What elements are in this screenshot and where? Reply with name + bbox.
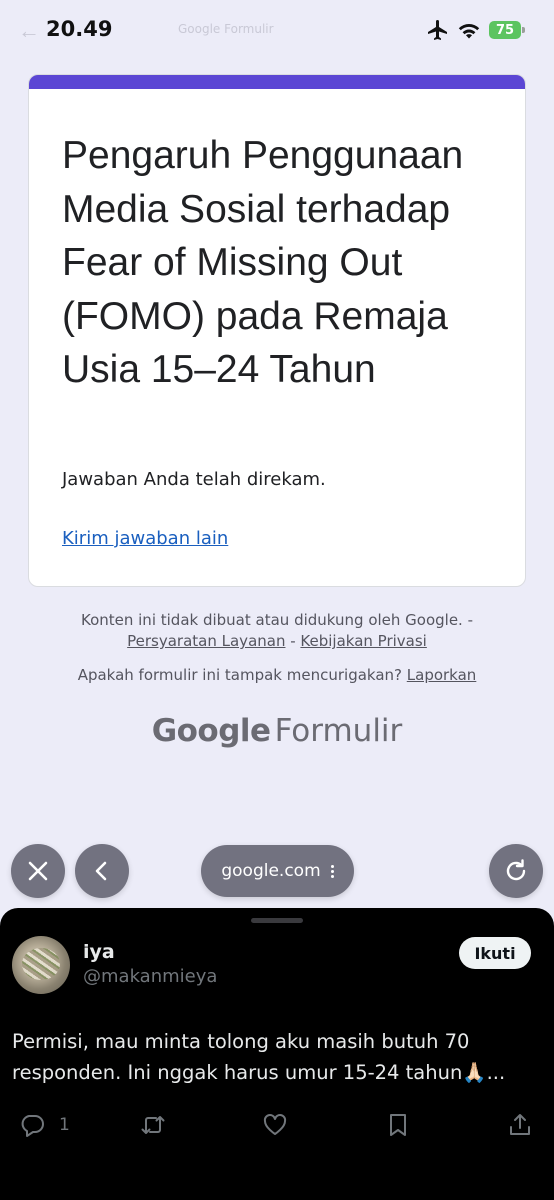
chevron-left-icon xyxy=(95,861,107,881)
retweet-button[interactable] xyxy=(140,1108,166,1142)
reload-icon xyxy=(506,859,526,881)
share-icon xyxy=(510,1114,530,1135)
sheet-drag-handle[interactable] xyxy=(251,918,303,923)
reply-count: 1 xyxy=(59,1115,70,1135)
bookmark-icon xyxy=(390,1114,406,1136)
avatar[interactable] xyxy=(12,936,70,994)
privacy-link[interactable]: Kebijakan Privasi xyxy=(300,632,426,650)
retweet-icon xyxy=(141,1116,165,1134)
response-recorded-message: Jawaban Anda telah direkam. xyxy=(62,469,326,490)
battery-icon: 75 xyxy=(489,21,525,39)
form-title: Pengaruh Penggunaan Media Sosial terhada… xyxy=(62,134,464,391)
tweet-text: Permisi, mau minta tolong aku masih butu… xyxy=(12,1030,506,1084)
report-question: Apakah formulir ini tampak mencurigakan? xyxy=(77,666,407,684)
reload-button[interactable] xyxy=(489,844,543,898)
share-button[interactable] xyxy=(507,1108,533,1142)
form-card: Pengaruh Penggunaan Media Sosial terhada… xyxy=(28,74,526,587)
status-bar: ← 20.49 Google Formulir 75 xyxy=(0,0,554,60)
back-button[interactable] xyxy=(75,844,129,898)
airplane-icon xyxy=(428,20,447,40)
disclaimer-text: Konten ini tidak dibuat atau didukung ol… xyxy=(80,611,474,629)
wifi-icon xyxy=(458,23,480,39)
user-handle[interactable]: @makanmieya xyxy=(83,966,217,987)
url-bar[interactable]: google.com xyxy=(201,845,354,897)
footer-report: Apakah formulir ini tampak mencurigakan?… xyxy=(40,666,514,684)
bookmark-button[interactable] xyxy=(385,1108,411,1142)
back-arrow-icon[interactable]: ← xyxy=(18,18,40,44)
submit-another-response-link[interactable]: Kirim jawaban lain xyxy=(62,528,228,549)
terms-link[interactable]: Persyaratan Layanan xyxy=(127,632,285,650)
brand-google: Google xyxy=(151,713,271,749)
close-icon xyxy=(28,861,48,881)
follow-button[interactable]: Ikuti xyxy=(459,937,531,969)
heart-icon xyxy=(263,1113,287,1135)
status-ghost-text: Google Formulir xyxy=(178,22,274,36)
tweet-sheet: iya @makanmieya Ikuti Permisi, mau minta… xyxy=(0,908,554,1200)
card-accent-bar xyxy=(29,75,525,89)
google-forms-logo: Google Formulir xyxy=(0,713,554,749)
like-button[interactable] xyxy=(262,1108,288,1142)
close-button[interactable] xyxy=(11,844,65,898)
more-vertical-icon[interactable] xyxy=(330,864,334,878)
report-link[interactable]: Laporkan xyxy=(407,666,477,684)
display-name[interactable]: iya xyxy=(83,941,115,963)
tweet-actions: 1 xyxy=(0,1108,554,1142)
footer-separator: - xyxy=(285,632,301,650)
reply-icon xyxy=(21,1115,44,1137)
footer-disclaimer: Konten ini tidak dibuat atau didukung ol… xyxy=(40,610,514,652)
reply-button[interactable]: 1 xyxy=(19,1108,70,1142)
status-time: 20.49 xyxy=(46,17,113,41)
url-text: google.com xyxy=(221,861,321,881)
brand-product: Formulir xyxy=(274,713,403,749)
